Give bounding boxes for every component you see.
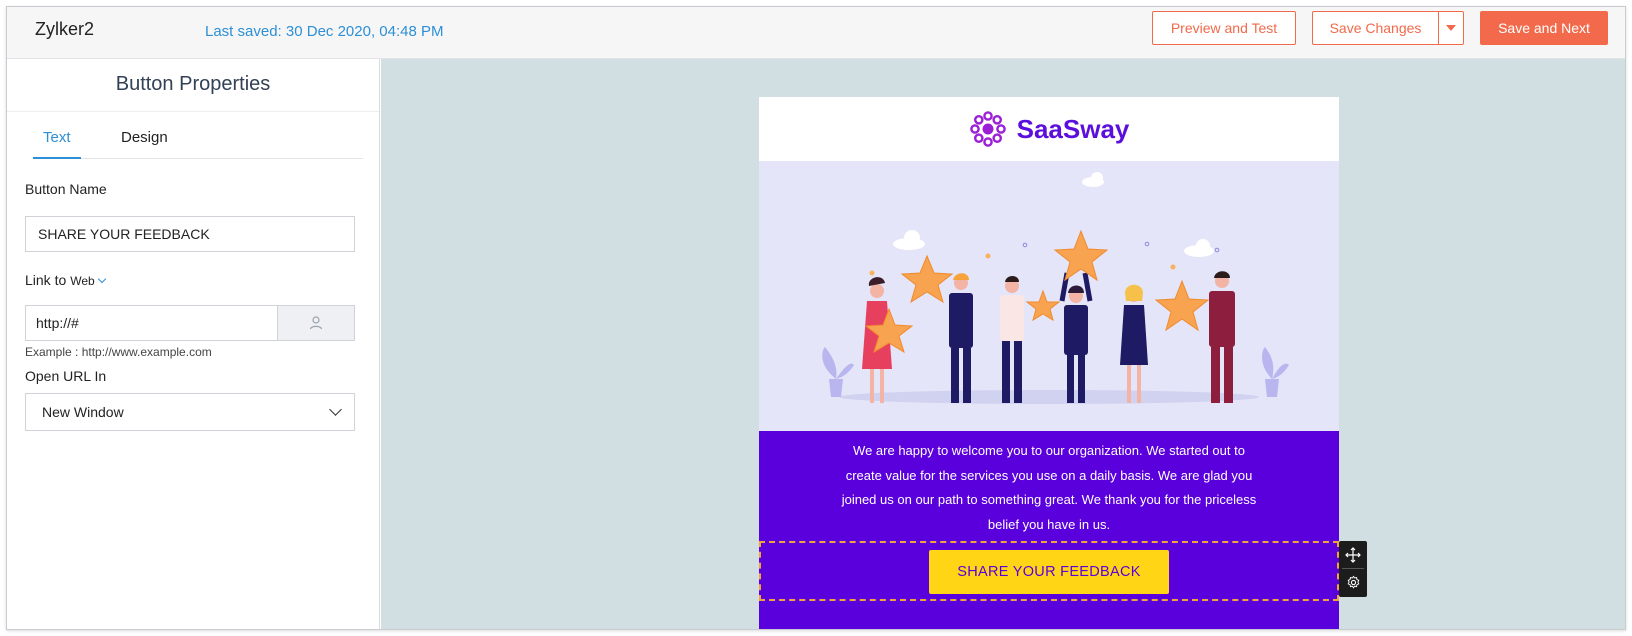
open-url-label: Open URL In — [25, 368, 107, 384]
link-to-label: Link to Web — [25, 272, 106, 288]
top-bar: Zylker2 Last saved: 30 Dec 2020, 04:48 P… — [7, 7, 1625, 59]
open-url-value: New Window — [42, 404, 124, 420]
welcome-message: We are happy to welcome you to our organ… — [841, 443, 1257, 532]
user-icon — [309, 316, 323, 330]
button-name-value: SHARE YOUR FEEDBACK — [38, 226, 210, 242]
share-feedback-button[interactable]: SHARE YOUR FEEDBACK — [929, 550, 1169, 594]
open-url-select[interactable]: New Window — [25, 393, 355, 431]
link-type-dropdown[interactable]: Web — [70, 274, 94, 288]
app-title: Zylker2 — [35, 19, 95, 39]
panel-title: Button Properties — [115, 73, 271, 95]
welcome-section[interactable]: We are happy to welcome you to our organ… — [759, 431, 1339, 629]
property-tabs: Text Design — [33, 129, 363, 159]
save-options-dropdown[interactable] — [1438, 11, 1464, 45]
block-toolbar — [1339, 541, 1367, 597]
tab-text[interactable]: Text — [33, 129, 81, 159]
last-saved-status: Last saved: 30 Dec 2020, 04:48 PM — [205, 23, 444, 40]
move-block-button[interactable] — [1339, 541, 1367, 568]
caret-down-icon — [1446, 25, 1456, 31]
gear-icon — [1347, 575, 1359, 589]
selected-button-block[interactable]: SHARE YOUR FEEDBACK — [759, 541, 1339, 601]
chevron-down-icon[interactable] — [97, 274, 106, 284]
celebrating-people-illustration — [822, 172, 1289, 404]
move-arrows-icon — [1345, 546, 1361, 563]
app-window: Zylker2 Last saved: 30 Dec 2020, 04:48 P… — [6, 6, 1626, 630]
button-name-label: Button Name — [25, 181, 107, 197]
button-properties-panel: Button Properties Text Design Button Nam… — [7, 59, 380, 629]
link-to-text: Link to — [25, 272, 67, 288]
merge-field-button[interactable] — [277, 305, 355, 341]
hero-illustration[interactable] — [759, 161, 1339, 431]
save-changes-button[interactable]: Save Changes — [1312, 11, 1438, 45]
tab-design[interactable]: Design — [111, 129, 178, 159]
button-name-input[interactable]: SHARE YOUR FEEDBACK — [25, 216, 355, 252]
url-value: http://# — [36, 315, 79, 331]
block-settings-button[interactable] — [1339, 569, 1367, 596]
editor-canvas: SaaSway We are happy to welcome you to o… — [381, 59, 1625, 629]
email-header[interactable]: SaaSway — [759, 97, 1339, 161]
chevron-down-icon — [329, 403, 342, 416]
url-input[interactable]: http://# — [25, 305, 277, 341]
preview-and-test-button[interactable]: Preview and Test — [1152, 11, 1296, 45]
flower-logo-icon — [969, 111, 1006, 147]
save-and-next-button[interactable]: Save and Next — [1480, 11, 1608, 45]
brand-name: SaaSway — [1016, 113, 1130, 144]
email-template: SaaSway We are happy to welcome you to o… — [759, 97, 1339, 629]
divider — [7, 111, 379, 112]
url-example-hint: Example : http://www.example.com — [25, 345, 212, 359]
